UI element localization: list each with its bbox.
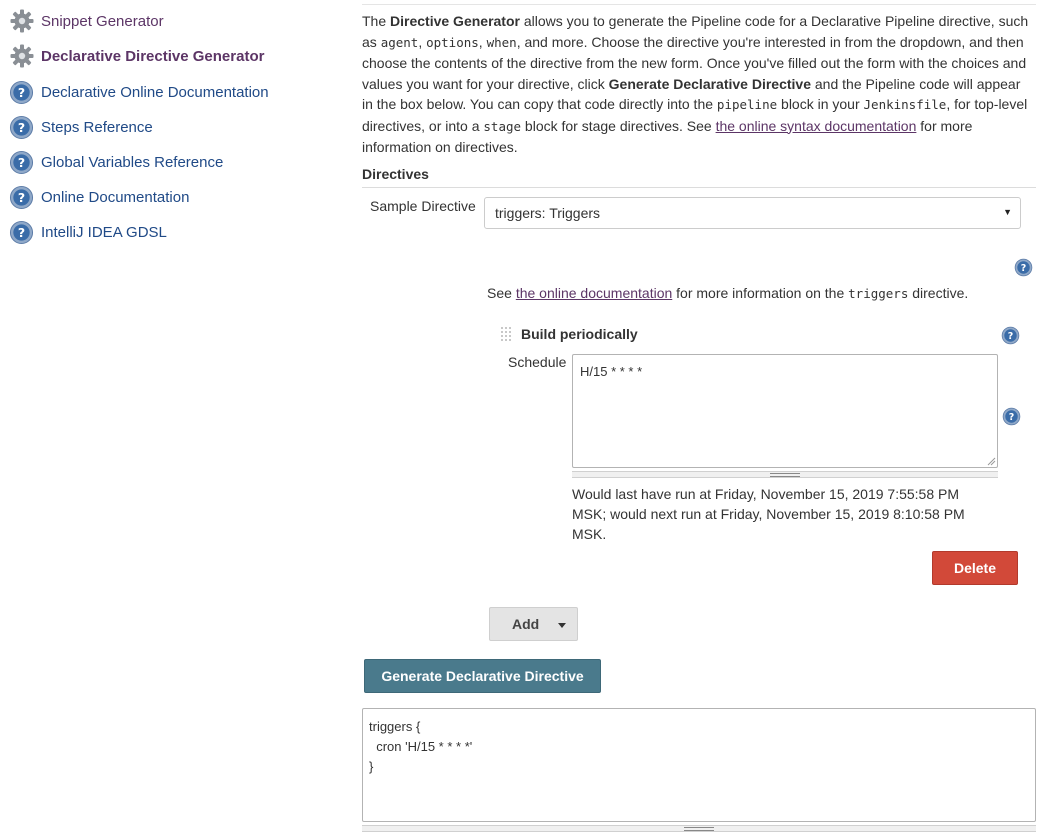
resize-grip-icon[interactable]	[987, 457, 996, 466]
help-icon	[8, 219, 35, 246]
dropdown-arrow-icon: ▼	[1003, 207, 1012, 217]
directive-help-icon[interactable]	[1014, 258, 1033, 277]
intro-code: when	[486, 34, 517, 50]
intro-code: stage	[483, 118, 522, 134]
sidebar-item-label: IntelliJ IDEA GDSL	[41, 223, 167, 241]
intro-bold: Directive Generator	[390, 13, 520, 29]
sidebar-item-global-variables-reference[interactable]: Global Variables Reference	[8, 147, 223, 177]
help-icon	[8, 184, 35, 211]
sidebar-item-label: Global Variables Reference	[41, 153, 224, 171]
directive-doc-note: See the online documentation for more in…	[487, 285, 968, 301]
doc-note-text: See	[487, 285, 516, 301]
intro-code: options	[426, 34, 479, 50]
directives-section-title: Directives	[362, 166, 429, 182]
doc-note-text: for more information on the	[672, 285, 849, 301]
intro-text-part: The	[362, 13, 391, 29]
schedule-resize-handle[interactable]	[572, 471, 998, 478]
sample-directive-label: Sample Directive	[370, 198, 476, 214]
add-button[interactable]: Add	[489, 607, 578, 641]
intro-text: The Directive Generator allows you to ge…	[362, 11, 1032, 158]
top-divider	[362, 4, 1036, 5]
help-icon	[8, 114, 35, 141]
doc-note-code: triggers	[848, 286, 909, 301]
schedule-textarea[interactable]: H/15 * * * *	[572, 354, 998, 468]
intro-code: Jenkinsfile	[863, 97, 947, 112]
intro-code: agent	[380, 34, 419, 50]
generated-code: triggers { cron 'H/15 * * * *' }	[369, 719, 473, 774]
gear-icon	[8, 8, 35, 35]
sidebar-item-label: Declarative Directive Generator	[41, 47, 265, 65]
help-icon	[8, 79, 35, 106]
intro-text-part: ,	[478, 33, 487, 50]
add-button-label: Add	[512, 616, 540, 632]
build-periodically-help-icon[interactable]	[1001, 326, 1020, 345]
schedule-run-info: Would last have run at Friday, November …	[572, 486, 965, 542]
generated-code-textarea[interactable]: triggers { cron 'H/15 * * * *' }	[362, 708, 1036, 822]
generate-declarative-directive-button[interactable]: Generate Declarative Directive	[364, 659, 601, 693]
sidebar-item-label: Declarative Online Documentation	[41, 83, 269, 101]
intro-bold: Generate Declarative Directive	[608, 75, 811, 92]
sidebar-item-declarative-directive-generator[interactable]: Declarative Directive Generator	[8, 41, 264, 71]
sidebar-item-declarative-online-documentation[interactable]: Declarative Online Documentation	[8, 77, 269, 107]
sample-directive-select[interactable]: triggers: Triggers ▼	[484, 197, 1021, 229]
delete-button[interactable]: Delete	[932, 551, 1018, 585]
sidebar-item-steps-reference[interactable]: Steps Reference	[8, 112, 153, 142]
intro-text-part: block in your	[777, 96, 864, 112]
sidebar-item-snippet-generator[interactable]: Snippet Generator	[8, 6, 164, 36]
online-documentation-link[interactable]: the online documentation	[516, 285, 672, 301]
handle-lines	[684, 827, 714, 831]
section-divider	[362, 187, 1036, 188]
schedule-value: H/15 * * * *	[580, 364, 643, 379]
sidebar-item-intellij-idea-gdsl[interactable]: IntelliJ IDEA GDSL	[8, 217, 167, 247]
drag-handle-icon[interactable]	[499, 326, 513, 344]
intro-text-part: block for stage directives. See	[521, 117, 716, 134]
build-periodically-title: Build periodically	[521, 326, 638, 342]
schedule-label: Schedule	[508, 354, 567, 370]
doc-note-text: directive.	[908, 285, 969, 301]
sidebar-item-online-documentation[interactable]: Online Documentation	[8, 182, 189, 212]
sidebar-item-label: Snippet Generator	[41, 12, 164, 30]
online-syntax-documentation-link[interactable]: the online syntax documentation	[716, 118, 917, 134]
handle-lines	[770, 473, 800, 477]
gear-icon	[8, 43, 35, 70]
intro-code: pipeline	[716, 97, 778, 112]
output-resize-handle[interactable]	[362, 825, 1036, 832]
intro-text-part: ,	[418, 33, 427, 50]
help-icon	[8, 149, 35, 176]
caret-down-icon	[558, 623, 566, 628]
sidebar-item-label: Online Documentation	[41, 188, 190, 206]
sample-directive-selected: triggers: Triggers	[495, 205, 601, 221]
sidebar-item-label: Steps Reference	[41, 118, 153, 136]
schedule-help-icon[interactable]	[1002, 407, 1021, 426]
